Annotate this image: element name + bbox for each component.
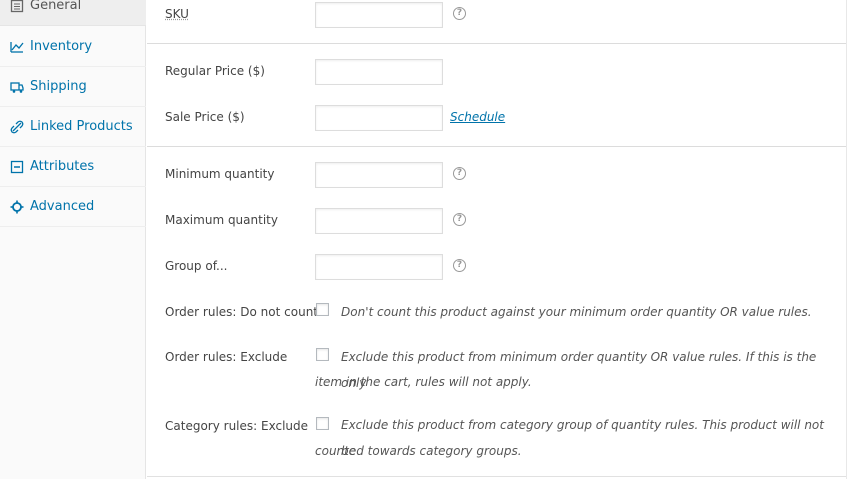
category-exclude-checkbox[interactable] — [316, 417, 329, 430]
tab-advanced[interactable]: Advanced — [0, 187, 146, 227]
minimum-quantity-input[interactable] — [315, 162, 443, 188]
do-not-count-label: Order rules: Do not count — [165, 305, 318, 319]
tab-label: Shipping — [30, 79, 87, 94]
tab-label: General — [30, 0, 82, 13]
tab-label: Linked Products — [30, 119, 133, 134]
tab-label: Inventory — [30, 39, 93, 54]
link-icon — [10, 120, 24, 134]
panel-bottom-border — [147, 476, 846, 477]
do-not-count-description: Don't count this product against your mi… — [341, 305, 812, 319]
help-icon[interactable]: ? — [453, 213, 466, 226]
tab-inventory[interactable]: Inventory — [0, 27, 146, 67]
do-not-count-checkbox[interactable] — [316, 303, 329, 316]
sale-price-input[interactable] — [315, 105, 443, 131]
category-exclude-description-cont: counted towards category groups. — [315, 444, 522, 458]
general-icon — [10, 0, 24, 13]
tab-label: Attributes — [30, 159, 95, 174]
panel-border — [846, 0, 847, 479]
regular-price-label: Regular Price ($) — [165, 64, 265, 78]
order-exclude-checkbox[interactable] — [316, 348, 329, 361]
category-exclude-label: Category rules: Exclude — [165, 419, 309, 433]
section-divider — [147, 43, 846, 44]
group-of-label: Group of... — [165, 259, 228, 273]
tab-attributes[interactable]: Attributes — [0, 147, 146, 187]
attributes-icon — [10, 160, 24, 174]
help-icon[interactable]: ? — [453, 259, 466, 272]
maximum-quantity-input[interactable] — [315, 208, 443, 234]
tab-shipping[interactable]: Shipping — [0, 67, 146, 107]
tab-label: Advanced — [30, 199, 95, 214]
regular-price-input[interactable] — [315, 59, 443, 85]
help-icon[interactable]: ? — [453, 7, 466, 20]
schedule-link[interactable]: Schedule — [450, 110, 505, 124]
order-exclude-description-cont: item in the cart, rules will not apply. — [315, 375, 532, 389]
tab-linked-products[interactable]: Linked Products — [0, 107, 146, 147]
help-icon[interactable]: ? — [453, 167, 466, 180]
maximum-quantity-label: Maximum quantity — [165, 213, 278, 227]
order-exclude-label: Order rules: Exclude — [165, 350, 288, 364]
section-divider — [147, 146, 846, 147]
inventory-icon — [10, 40, 24, 54]
group-of-input[interactable] — [315, 254, 443, 280]
sku-input[interactable] — [315, 2, 443, 28]
minimum-quantity-label: Minimum quantity — [165, 167, 275, 181]
sku-label: SKU — [165, 7, 189, 21]
sale-price-label: Sale Price ($) — [165, 110, 245, 124]
gear-icon — [10, 200, 24, 214]
product-data-tabs: General Inventory Shipping Linked Produc… — [0, 0, 146, 479]
tab-general[interactable]: General — [0, 0, 146, 26]
shipping-icon — [10, 80, 24, 94]
